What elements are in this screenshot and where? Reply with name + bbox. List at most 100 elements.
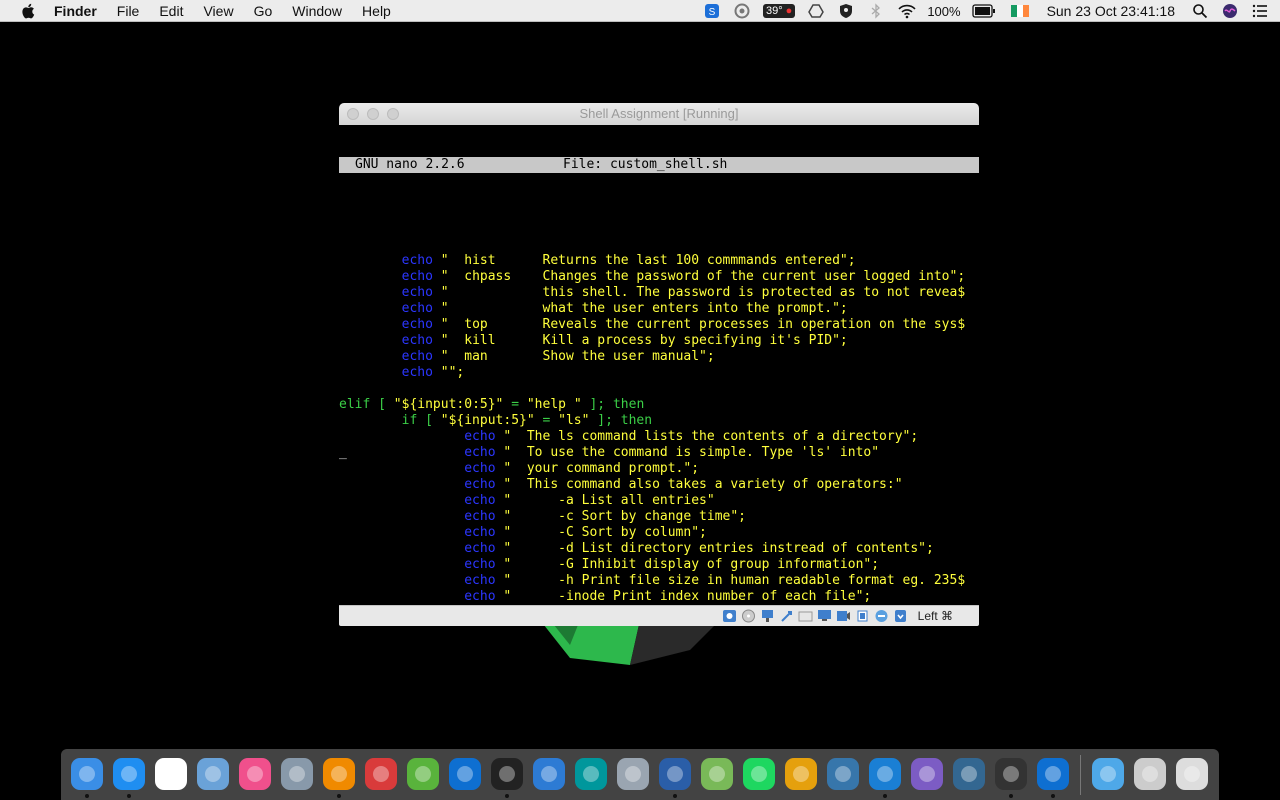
android-studio-icon — [701, 757, 733, 790]
dock-item[interactable] — [654, 752, 696, 798]
vm-window[interactable]: Shell Assignment [Running] GNU nano 2.2.… — [339, 103, 979, 626]
dock-item[interactable] — [696, 752, 738, 798]
host-key-label[interactable]: Left ⌘ — [918, 609, 953, 623]
siri-icon[interactable] — [1222, 3, 1238, 19]
dock-item[interactable] — [402, 752, 444, 798]
battery-icon[interactable] — [971, 3, 996, 19]
code-keyword: echo — [464, 541, 496, 556]
dock-item[interactable] — [1171, 752, 1213, 798]
dock-item[interactable] — [444, 752, 486, 798]
cpu-icon[interactable] — [855, 609, 870, 623]
clock[interactable]: Sun 23 Oct 23:41:18 — [1047, 3, 1175, 19]
dock-item[interactable] — [66, 752, 108, 798]
itunes-icon — [239, 757, 271, 790]
dock-item[interactable] — [360, 752, 402, 798]
menu-window[interactable]: Window — [292, 3, 342, 19]
input-source-flag-icon[interactable] — [1010, 5, 1029, 17]
vt-x-icon[interactable] — [874, 609, 889, 623]
code-line: echo " -a List all entries" — [339, 493, 979, 509]
code-text: " kill Kill a process by specifying it's… — [432, 333, 848, 348]
bluetooth-icon[interactable] — [868, 3, 884, 19]
running-indicator — [127, 793, 131, 798]
running-indicator — [337, 793, 341, 798]
spotlight-search-icon[interactable] — [1192, 3, 1208, 19]
code-line: echo " -d List directory entries instrea… — [339, 541, 979, 557]
terminal-icon — [491, 757, 523, 790]
dock-item[interactable] — [318, 752, 360, 798]
dock-item[interactable] — [990, 752, 1032, 798]
console-icon — [995, 757, 1027, 790]
display-icon[interactable] — [817, 609, 832, 623]
menu-edit[interactable]: Edit — [159, 3, 183, 19]
code-line: echo ""; — [339, 365, 979, 381]
usb-icon[interactable] — [779, 609, 794, 623]
dock-item[interactable] — [486, 752, 528, 798]
minimize-window-button[interactable] — [367, 108, 379, 120]
nano-version: GNU nano 2.2.6 — [355, 157, 465, 172]
code-text: = — [503, 397, 527, 412]
code-line: echo " -G Inhibit display of group infor… — [339, 557, 979, 573]
dock-item[interactable] — [906, 752, 948, 798]
dock-item[interactable] — [570, 752, 612, 798]
video-capture-icon[interactable] — [836, 609, 851, 623]
dock-item[interactable] — [192, 752, 234, 798]
dock-item[interactable] — [1087, 752, 1129, 798]
dock-item[interactable] — [738, 752, 780, 798]
mouse-integration-icon[interactable] — [893, 609, 908, 623]
dock-item[interactable] — [864, 752, 906, 798]
sync-icon[interactable] — [734, 3, 750, 19]
dock-item[interactable] — [150, 752, 192, 798]
code-text: " -a List all entries" — [495, 493, 715, 508]
app-menu-finder[interactable]: Finder — [54, 3, 97, 19]
notification-center-icon[interactable] — [1252, 3, 1268, 19]
status-area: S 39° ● 100% Sun 23 Oct 23:41:18 — [697, 0, 1280, 22]
shared-folders-icon[interactable] — [798, 609, 813, 623]
code-text: " -h Print file size in human readable f… — [495, 573, 966, 588]
menu-help[interactable]: Help — [362, 3, 391, 19]
hard-disk-icon[interactable] — [722, 609, 737, 623]
dock-item[interactable] — [780, 752, 822, 798]
code-text: "help " — [526, 397, 582, 412]
temperature-indicator[interactable]: 39° ● — [762, 4, 796, 18]
close-window-button[interactable] — [347, 108, 359, 120]
code-text: "${input:0:5}" — [393, 397, 504, 412]
code-line: echo " This command also takes a variety… — [339, 477, 979, 493]
network-icon[interactable] — [760, 609, 775, 623]
skype-icon[interactable]: S — [704, 3, 720, 19]
dock-item[interactable] — [1032, 752, 1074, 798]
terminal-screen[interactable]: GNU nano 2.2.6 File: custom_shell.sh echo… — [339, 125, 979, 605]
code-line: echo " -C Sort by column"; — [339, 525, 979, 541]
dock-item[interactable] — [108, 752, 150, 798]
system-preferences-icon — [617, 757, 649, 790]
optical-drive-icon[interactable] — [741, 609, 756, 623]
dock-item[interactable] — [528, 752, 570, 798]
zoom-window-button[interactable] — [387, 108, 399, 120]
code-text: " This command also takes a variety of o… — [495, 477, 903, 492]
dock-item[interactable] — [234, 752, 276, 798]
dock-item[interactable] — [612, 752, 654, 798]
dock-item[interactable] — [822, 752, 864, 798]
code-text: " what the user enters into the prompt."… — [432, 301, 848, 316]
google-drive-icon[interactable] — [808, 3, 825, 19]
menu-file[interactable]: File — [117, 3, 140, 19]
dock-item[interactable] — [276, 752, 318, 798]
dock-item[interactable] — [1129, 752, 1171, 798]
apple-menu-icon[interactable] — [20, 2, 38, 20]
editor-buffer[interactable]: echo " hist Returns the last 100 commman… — [339, 253, 979, 605]
code-line: echo " The ls command lists the contents… — [339, 429, 979, 445]
code-keyword: echo — [464, 525, 496, 540]
code-text: ""; — [432, 365, 465, 380]
menu-go[interactable]: Go — [254, 3, 273, 19]
code-text: elif [ — [339, 397, 394, 412]
wifi-icon[interactable] — [898, 3, 916, 19]
window-titlebar[interactable]: Shell Assignment [Running] — [339, 103, 979, 125]
shield-icon[interactable] — [838, 3, 854, 19]
menu-view[interactable]: View — [203, 3, 233, 19]
code-keyword: echo — [401, 285, 433, 300]
dock-item[interactable] — [948, 752, 990, 798]
